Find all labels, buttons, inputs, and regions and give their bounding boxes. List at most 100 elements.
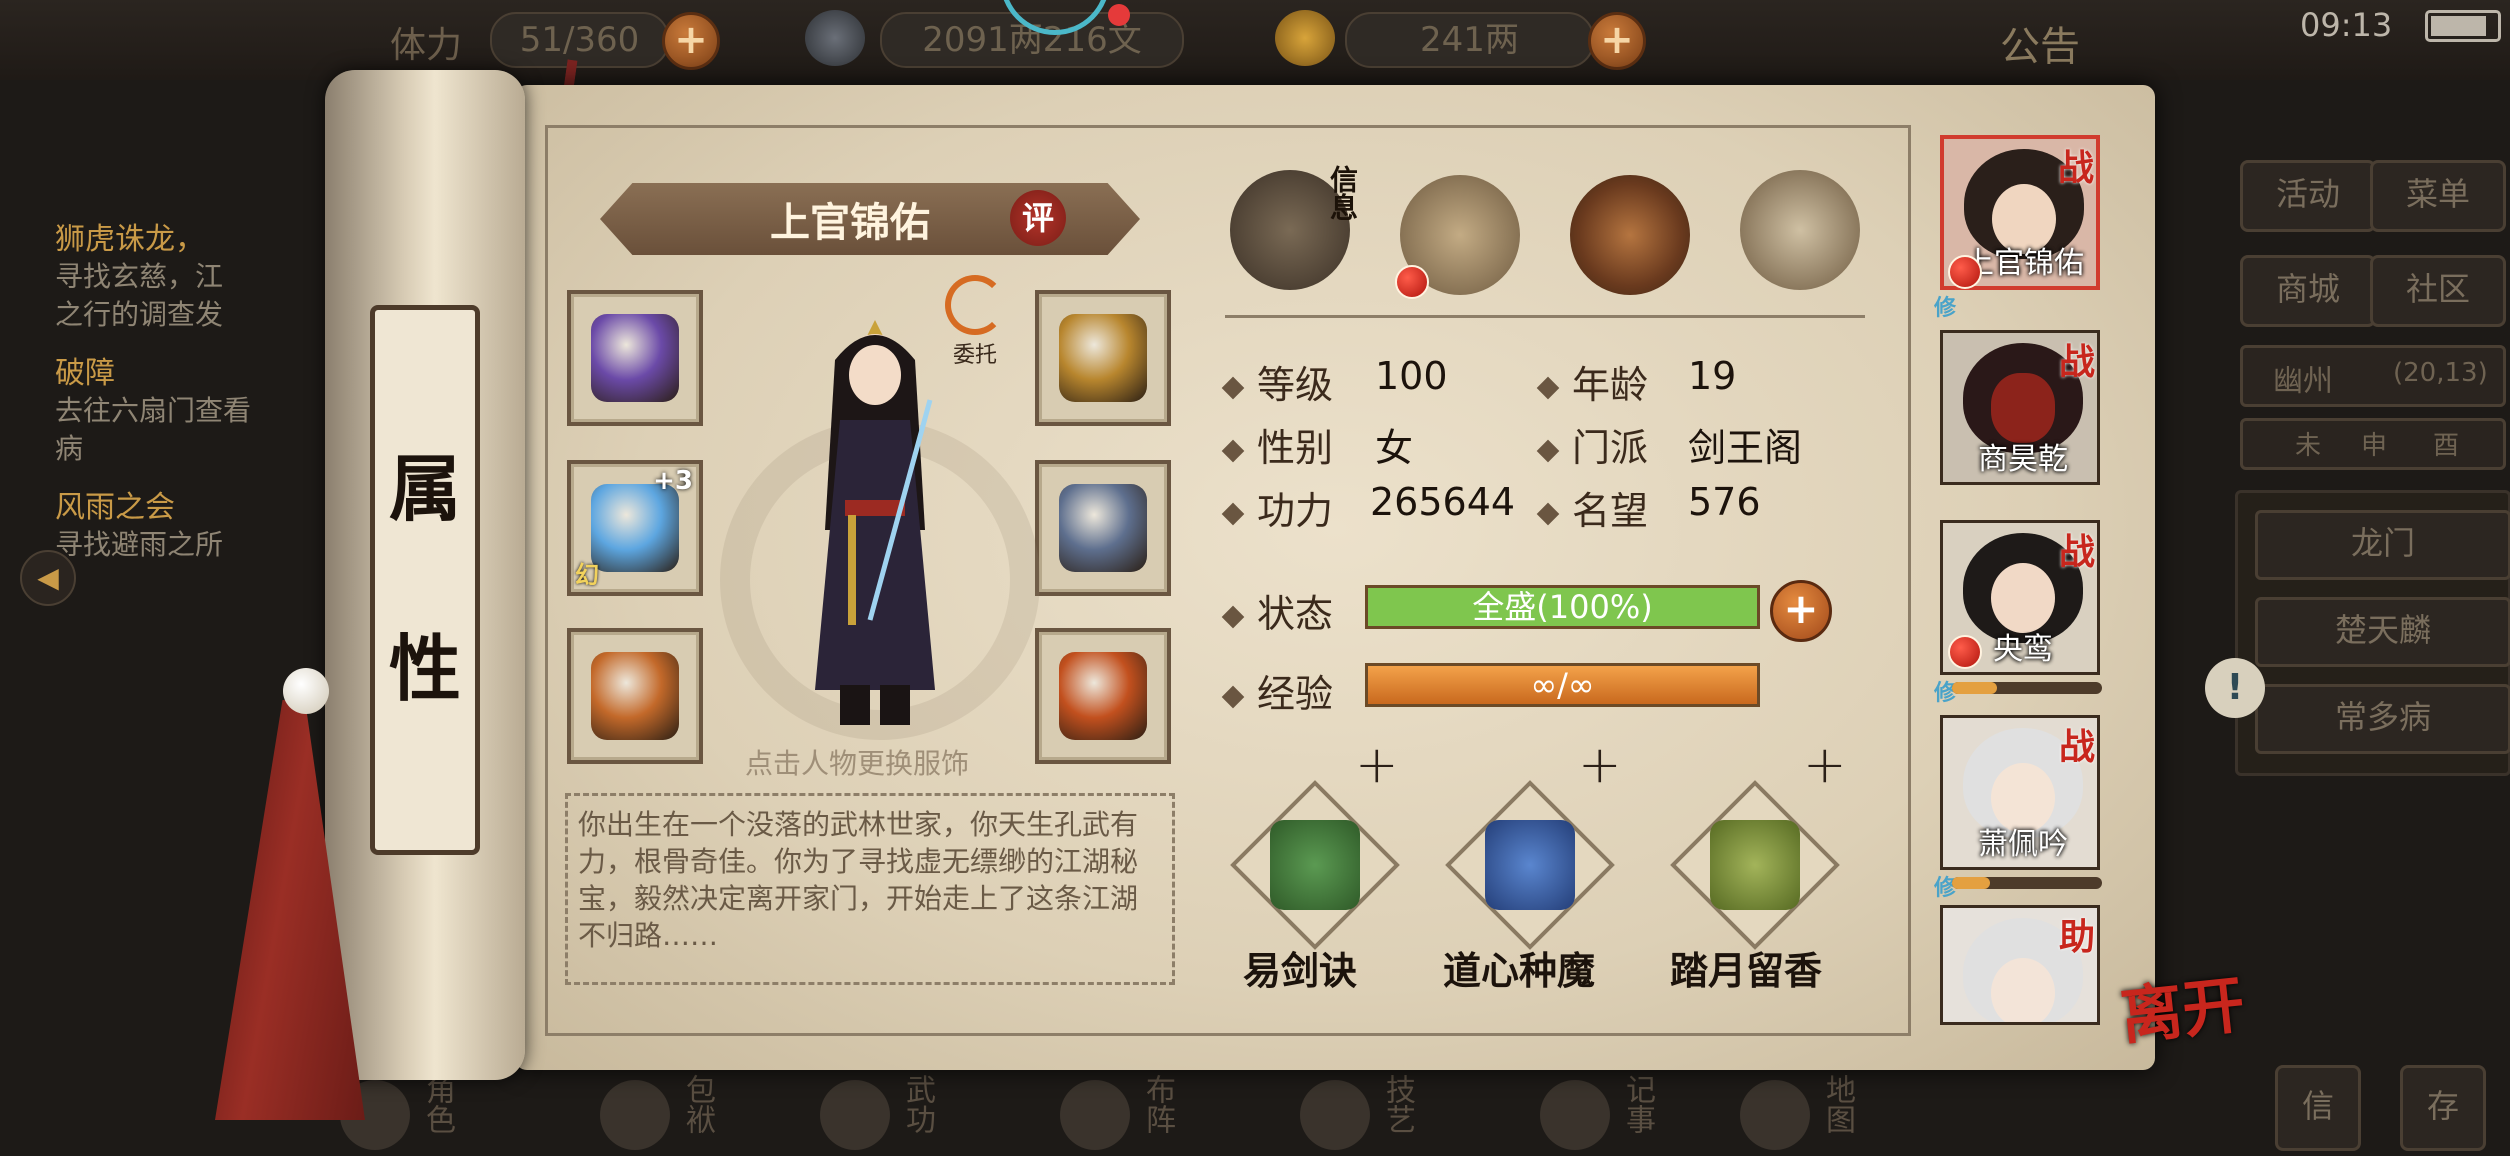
role-tag: 战: [2058, 342, 2095, 383]
divider: [1225, 315, 1865, 318]
sect-label: 门派: [1536, 417, 1648, 472]
nav-journal[interactable]: 记事: [1530, 1070, 1680, 1156]
bio-box: 你出生在一个没落的武林世家，你天生孔武有力，根骨奇佳。你为了寻找虚无缥缈的江湖秘…: [565, 793, 1175, 985]
sect-value: 剑王阁: [1688, 426, 1803, 470]
costume-hint: 点击人物更换服饰: [745, 747, 970, 780]
nav-label: 布阵: [1140, 1074, 1175, 1134]
equip-slot-gloves[interactable]: [567, 290, 703, 426]
time-mid: 申: [2361, 431, 2388, 461]
save-shortcut-button[interactable]: 存: [2400, 1065, 2486, 1151]
notification-dot-icon: [1948, 635, 1982, 669]
nav-map[interactable]: 地图: [1730, 1070, 1880, 1156]
journal-icon: [1540, 1080, 1610, 1150]
notice-button[interactable]: 公告: [2000, 14, 2080, 72]
roster-card[interactable]: 战 商昊乾: [1940, 330, 2100, 485]
roster-name: 萧佩吟: [1978, 827, 2068, 862]
fame-value: 576: [1688, 480, 1761, 524]
bead: [283, 668, 329, 714]
ring-icon: [591, 652, 679, 740]
nav-skills[interactable]: 技艺: [1290, 1070, 1440, 1156]
npc-item[interactable]: 楚天麟: [2255, 597, 2510, 667]
skill-book-icon: [1270, 820, 1360, 910]
skill-slot-2[interactable]: [1445, 780, 1615, 950]
nav-formation[interactable]: 布阵: [1050, 1070, 1200, 1156]
role-tag: 战: [2058, 727, 2095, 768]
skill-scroll-icon: [1710, 820, 1800, 910]
status-plus-button[interactable]: +: [1770, 580, 1832, 642]
illusion-badge: 幻: [575, 561, 599, 589]
age-label: 年龄: [1536, 354, 1648, 409]
notification-dot-icon: [1395, 265, 1429, 299]
gender-label: 性别: [1221, 417, 1333, 472]
exp-bar: ∞/∞: [1365, 663, 1760, 707]
info-shortcut-button[interactable]: 信: [2275, 1065, 2361, 1151]
delegate-label: 委托: [952, 343, 997, 368]
menu-button[interactable]: 菜单: [2370, 160, 2506, 232]
mall-button[interactable]: 商城: [2240, 255, 2376, 327]
location-box: 幽州 (20,13): [2240, 345, 2506, 407]
nav-label: 包袱: [680, 1074, 715, 1134]
skill-name: 道心种魔: [1443, 949, 1596, 993]
attribute-tab-char1: 属: [388, 447, 461, 531]
equip-slot-amulet[interactable]: [1035, 628, 1171, 764]
book-icon: [820, 1080, 890, 1150]
activity-button[interactable]: 活动: [2240, 160, 2376, 232]
leave-button[interactable]: 离开: [2116, 954, 2249, 1056]
role-tag: 战: [2057, 148, 2094, 189]
level-label: 等级: [1221, 354, 1333, 409]
skill-name: 易剑诀: [1243, 949, 1358, 993]
skill-slot-1[interactable]: [1230, 780, 1400, 950]
attribute-tab-char2: 性: [388, 627, 461, 711]
roster-card[interactable]: 助: [1940, 905, 2100, 1025]
roster-name: 商昊乾: [1978, 442, 2068, 477]
role-tag: 战: [2058, 532, 2095, 573]
role-tag: 助: [2058, 917, 2095, 958]
avatar-face: [1991, 563, 2055, 633]
notification-dot-icon: [1948, 255, 1982, 289]
clock: 09:13: [2300, 6, 2393, 44]
community-button[interactable]: 社区: [2370, 255, 2506, 327]
nav-martial[interactable]: 武功: [810, 1070, 960, 1156]
time-right: 酉: [2433, 431, 2460, 461]
equip-slot-bracelet[interactable]: [1035, 290, 1171, 426]
refine-badge: +3: [653, 466, 693, 496]
equip-slot-ring[interactable]: [567, 628, 703, 764]
roster-card[interactable]: 战 萧佩吟: [1940, 715, 2100, 870]
nav-label: 技艺: [1380, 1074, 1415, 1134]
add-skill-plus-icon[interactable]: +: [1803, 735, 1847, 795]
nav-bag[interactable]: 包袱: [590, 1070, 740, 1156]
skill-slot-3[interactable]: [1670, 780, 1840, 950]
npc-item[interactable]: 常多病: [2255, 684, 2510, 754]
gold-ingot-icon: [1275, 10, 1335, 66]
amulet-icon: [1059, 652, 1147, 740]
nav-label: 地图: [1820, 1074, 1855, 1134]
fame-label: 名望: [1536, 480, 1648, 535]
bracelet-icon: [1059, 314, 1147, 402]
delegate-button[interactable]: 委托: [940, 275, 1010, 368]
status-bar: 全盛(100%): [1365, 585, 1760, 629]
review-button[interactable]: 评: [1010, 190, 1066, 246]
equip-slot-weapon[interactable]: +3 幻: [567, 460, 703, 596]
age-value: 19: [1688, 354, 1737, 398]
region-name: 幽州: [2273, 364, 2333, 399]
armor-icon: [1059, 484, 1147, 572]
gold-plus-button[interactable]: +: [1588, 12, 1646, 70]
map-icon: [1740, 1080, 1810, 1150]
skill-scroll-icon: [1485, 820, 1575, 910]
record-dot-icon: [1108, 4, 1130, 26]
equip-slot-armor[interactable]: [1035, 460, 1171, 596]
gauntlet-icon: [591, 314, 679, 402]
add-skill-plus-icon[interactable]: +: [1355, 735, 1399, 795]
gold-value: 241两: [1345, 12, 1594, 68]
power-label: 功力: [1221, 480, 1333, 535]
tab-info-label: 信息: [1326, 165, 1359, 221]
tab-bagua[interactable]: [1570, 175, 1690, 295]
npc-item[interactable]: 龙门: [2255, 510, 2510, 580]
attribute-tab[interactable]: 属 性: [370, 305, 480, 855]
stamina-plus-button[interactable]: +: [662, 12, 720, 70]
add-skill-plus-icon[interactable]: +: [1578, 735, 1622, 795]
tab-meridian[interactable]: [1740, 170, 1860, 290]
gender-value: 女: [1375, 426, 1414, 470]
alert-bubble-icon[interactable]: !: [2205, 658, 2265, 718]
silver-icon: [805, 10, 865, 66]
